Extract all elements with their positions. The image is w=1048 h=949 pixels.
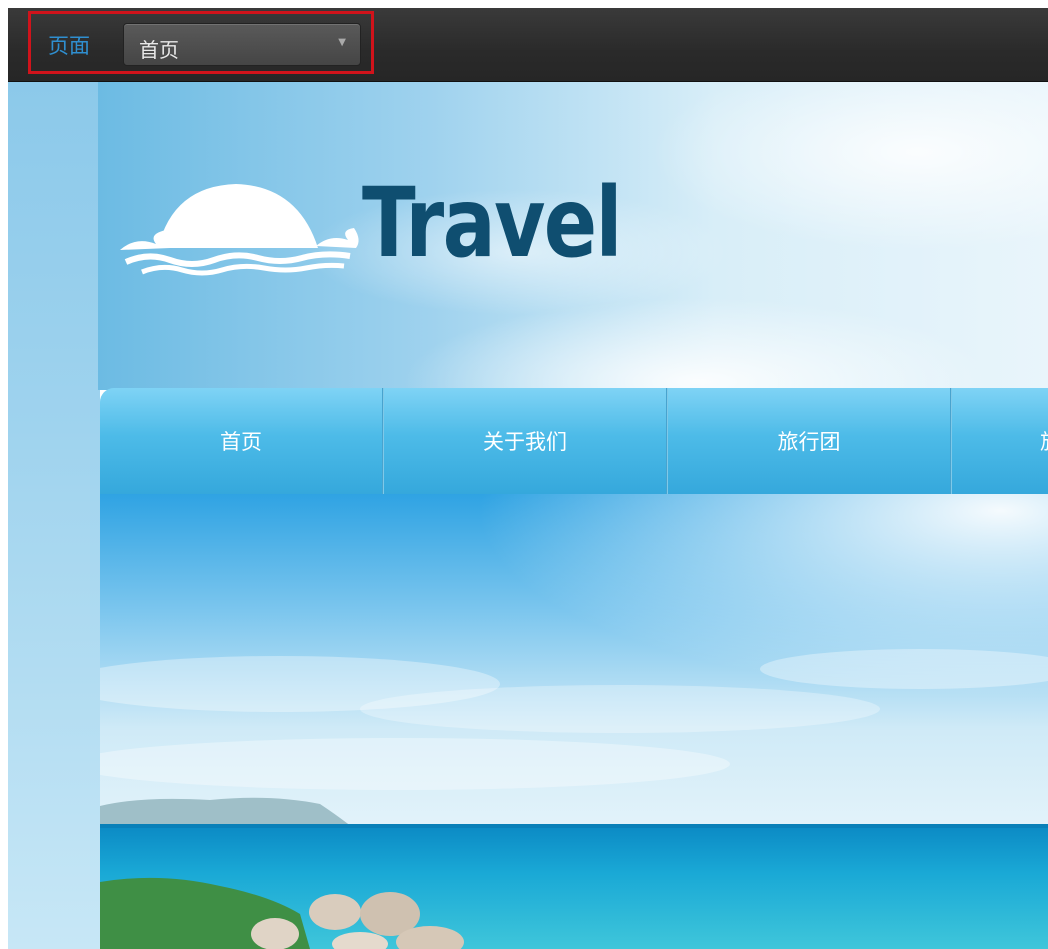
sun-waves-logo-icon — [120, 184, 359, 276]
beach-banner-image — [100, 494, 1048, 949]
nav-item-tours[interactable]: 旅行团 — [668, 388, 950, 494]
nav-item-about[interactable]: 关于我们 — [384, 388, 666, 494]
chevron-down-icon: ▼ — [338, 37, 346, 48]
nav-item-partial[interactable]: 旅 — [952, 388, 1048, 494]
brand-title[interactable]: Travel — [362, 168, 622, 278]
page-select[interactable]: 首页 ▼ — [123, 23, 361, 66]
nav-item-home[interactable]: 首页 — [100, 388, 382, 494]
page-canvas: 页面 首页 ▼ Travel 首页 关于我们 旅行团 旅 — [0, 0, 1048, 949]
page-label: 页面 — [48, 34, 90, 58]
left-gutter — [8, 82, 100, 949]
main-navigation: 首页 关于我们 旅行团 旅 — [100, 388, 1048, 494]
editor-toolbar: 页面 首页 ▼ — [8, 8, 1048, 82]
page-select-value: 首页 — [139, 38, 179, 62]
